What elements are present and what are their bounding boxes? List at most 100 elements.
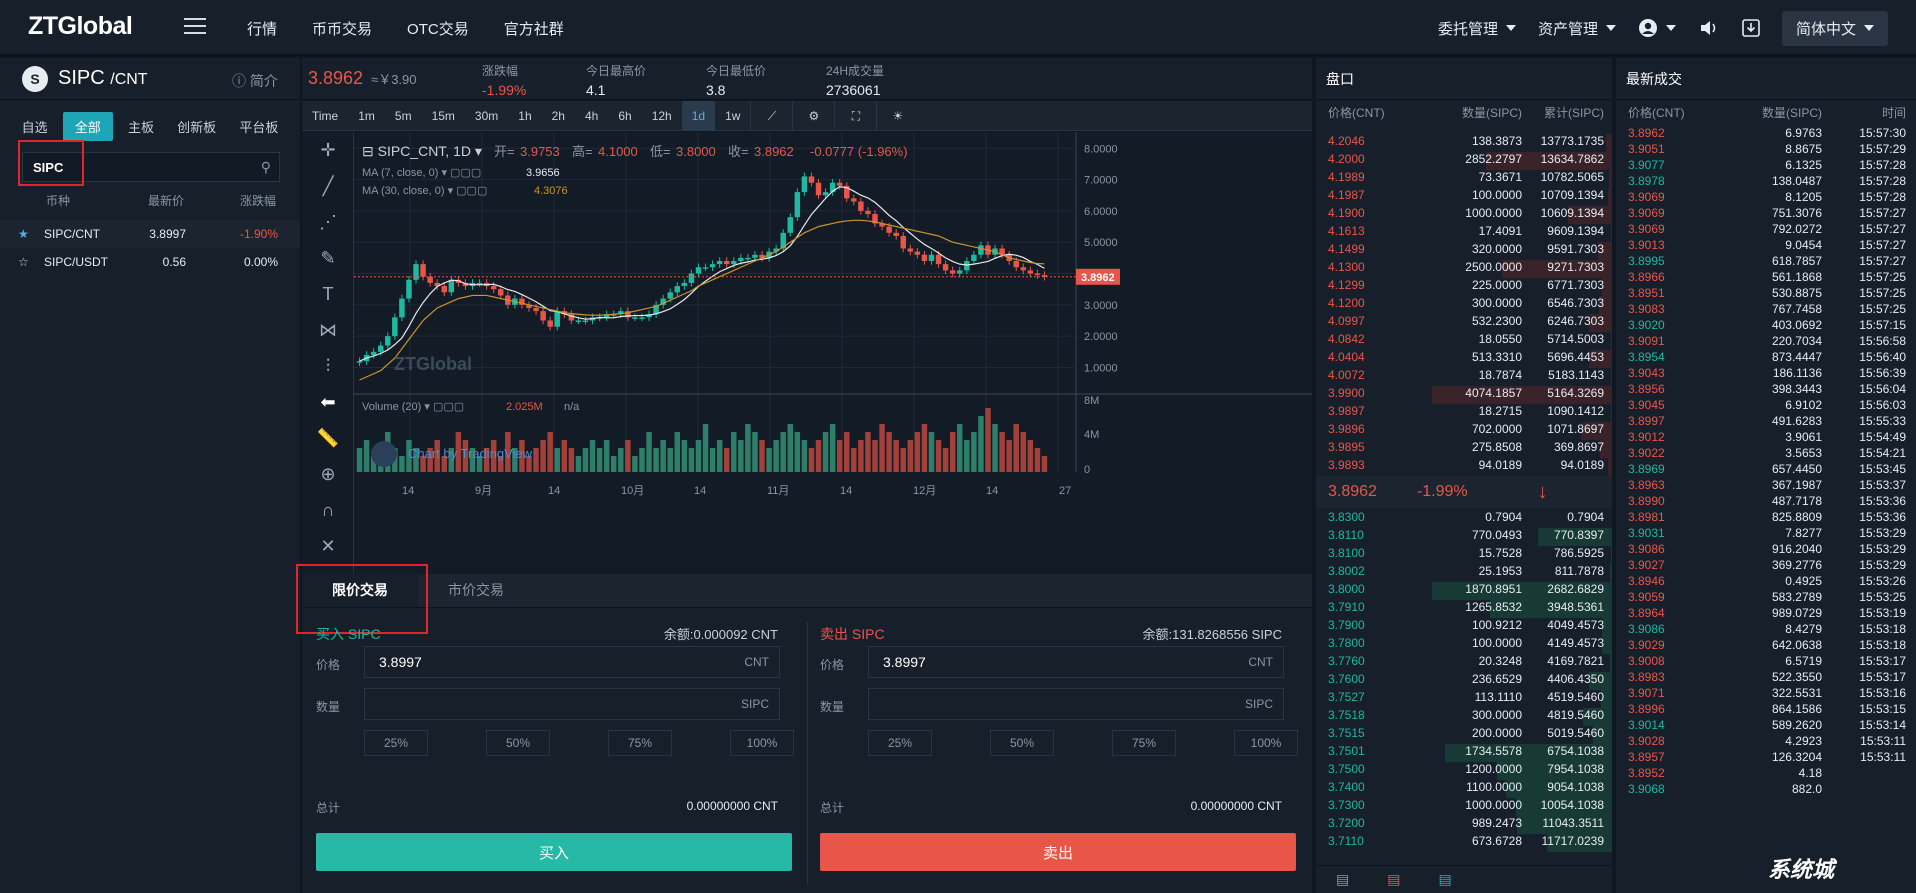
interval-1m[interactable]: 1m bbox=[348, 101, 385, 131]
settings-icon[interactable]: ⚙ bbox=[792, 100, 834, 131]
orderbook-row[interactable]: 3.9893 94.0189 94.0189 bbox=[1316, 458, 1612, 476]
sell-qty-input[interactable]: SIPC bbox=[868, 688, 1284, 720]
sell-pct-button[interactable]: 75% bbox=[1112, 730, 1176, 756]
orderbook-row[interactable]: 3.8000 1870.8951 2682.6829 bbox=[1316, 582, 1612, 600]
buy-price-input[interactable]: 3.8997 CNT bbox=[364, 646, 780, 678]
orderbook-row[interactable]: 4.1200 300.0000 6546.7303 bbox=[1316, 296, 1612, 314]
orderbook-row[interactable]: 3.7518 300.0000 4819.5460 bbox=[1316, 708, 1612, 726]
buy-pct-button[interactable]: 100% bbox=[730, 730, 794, 756]
sell-pct-button[interactable]: 50% bbox=[990, 730, 1054, 756]
search-icon[interactable]: ⚲ bbox=[261, 159, 271, 176]
tab-favorites[interactable]: 自选 bbox=[14, 112, 56, 141]
orderbook-row[interactable]: 3.7501 1734.5578 6754.1038 bbox=[1316, 744, 1612, 762]
language-selector[interactable]: 简体中文 bbox=[1781, 10, 1888, 46]
orderbook-row[interactable]: 4.0072 18.7874 5183.1143 bbox=[1316, 368, 1612, 386]
orderbook-row[interactable]: 3.7400 1100.0000 9054.1038 bbox=[1316, 780, 1612, 798]
orderbook-row[interactable]: 4.2046 138.3873 13773.1735 bbox=[1316, 134, 1612, 152]
user-dropdown[interactable] bbox=[1638, 18, 1676, 38]
orderbook-row[interactable]: 4.0404 513.3310 5696.4453 bbox=[1316, 350, 1612, 368]
nav-community[interactable]: 官方社群 bbox=[504, 18, 564, 39]
orderbook-row[interactable]: 4.1613 17.4091 9609.1394 bbox=[1316, 224, 1612, 242]
orderbook-row[interactable]: 4.1989 73.3671 10782.5065 bbox=[1316, 170, 1612, 188]
orderbook-row[interactable]: 3.8002 25.1953 811.7878 bbox=[1316, 564, 1612, 582]
buy-qty-input[interactable]: SIPC bbox=[364, 688, 780, 720]
assets-dropdown[interactable]: 资产管理 bbox=[1538, 18, 1616, 39]
orderbook-row[interactable]: 4.1499 320.0000 9591.7303 bbox=[1316, 242, 1612, 260]
sound-icon[interactable] bbox=[1698, 17, 1720, 39]
magnet-icon[interactable]: ∩ bbox=[302, 492, 354, 528]
orderbook-row[interactable]: 4.1300 2500.0000 9271.7303 bbox=[1316, 260, 1612, 278]
text-icon[interactable]: T bbox=[302, 276, 354, 312]
favorite-star-icon[interactable]: ☆ bbox=[18, 255, 29, 269]
orderbook-row[interactable]: 3.7300 1000.0000 10054.1038 bbox=[1316, 798, 1612, 816]
orderbook-row[interactable]: 3.7110 673.6728 11717.0239 bbox=[1316, 834, 1612, 852]
download-icon[interactable] bbox=[1740, 17, 1762, 39]
orderbook-row[interactable]: 4.1987 100.0000 10709.1394 bbox=[1316, 188, 1612, 206]
menu-icon[interactable] bbox=[184, 18, 206, 36]
back-arrow-icon[interactable]: ⬅ bbox=[302, 384, 354, 420]
orderbook-row[interactable]: 4.2000 2852.2797 13634.7862 bbox=[1316, 152, 1612, 170]
orderbook-row[interactable]: 4.0842 18.0550 5714.5003 bbox=[1316, 332, 1612, 350]
buy-pct-button[interactable]: 75% bbox=[608, 730, 672, 756]
orderbook-row[interactable]: 3.8100 15.7528 786.5925 bbox=[1316, 546, 1612, 564]
intro-link[interactable]: ⓘ 简介 bbox=[232, 71, 278, 91]
orderbook-row[interactable]: 3.8300 0.7904 0.7904 bbox=[1316, 510, 1612, 528]
buy-pct-button[interactable]: 25% bbox=[364, 730, 428, 756]
orderbook-row[interactable]: 3.8110 770.0493 770.8397 bbox=[1316, 528, 1612, 546]
book-both-icon[interactable]: ▤ bbox=[1336, 871, 1349, 888]
interval-1w[interactable]: 1w bbox=[715, 101, 750, 131]
interval-Time[interactable]: Time bbox=[302, 101, 348, 131]
sell-pct-button[interactable]: 25% bbox=[868, 730, 932, 756]
col-coin[interactable]: 币种 bbox=[46, 192, 70, 209]
zoom-in-icon[interactable]: ⊕ bbox=[302, 456, 354, 492]
buy-button[interactable]: 买入 bbox=[316, 833, 792, 871]
orderbook-row[interactable]: 3.7760 20.3248 4169.7821 bbox=[1316, 654, 1612, 672]
orderbook-row[interactable]: 3.7600 236.6529 4406.4350 bbox=[1316, 672, 1612, 690]
orderbook-row[interactable]: 4.1299 225.0000 6771.7303 bbox=[1316, 278, 1612, 296]
sell-pct-button[interactable]: 100% bbox=[1234, 730, 1298, 756]
interval-2h[interactable]: 2h bbox=[542, 101, 575, 131]
sell-price-input[interactable]: 3.8997 CNT bbox=[868, 646, 1284, 678]
interval-1h[interactable]: 1h bbox=[508, 101, 541, 131]
tab-market-order[interactable]: 市价交易 bbox=[418, 573, 534, 607]
ruler-icon[interactable]: 📏 bbox=[302, 420, 354, 456]
orderbook-row[interactable]: 3.7515 200.0000 5019.5460 bbox=[1316, 726, 1612, 744]
book-asks-icon[interactable]: ▤ bbox=[1387, 871, 1400, 888]
fullscreen-icon[interactable]: ⛶ bbox=[834, 100, 876, 131]
interval-30m[interactable]: 30m bbox=[465, 101, 508, 131]
market-row[interactable]: ★ SIPC/CNT 3.8997 -1.90% bbox=[0, 220, 300, 248]
orders-dropdown[interactable]: 委托管理 bbox=[1438, 18, 1516, 39]
orderbook-row[interactable]: 3.7800 100.0000 4149.4573 bbox=[1316, 636, 1612, 654]
orderbook-row[interactable]: 3.9896 702.0000 1071.8697 bbox=[1316, 422, 1612, 440]
interval-15m[interactable]: 15m bbox=[422, 101, 465, 131]
orderbook-row[interactable]: 3.7900 100.9212 4049.4573 bbox=[1316, 618, 1612, 636]
nav-spot-trading[interactable]: 币币交易 bbox=[312, 18, 372, 39]
crosshair-icon[interactable]: ✛ bbox=[302, 132, 354, 168]
col-last-price[interactable]: 最新价 bbox=[148, 192, 184, 209]
interval-6h[interactable]: 6h bbox=[608, 101, 641, 131]
trendline-icon[interactable]: ╱ bbox=[302, 168, 354, 204]
buy-pct-button[interactable]: 50% bbox=[486, 730, 550, 756]
col-change[interactable]: 涨跌幅 bbox=[240, 192, 276, 209]
close-icon[interactable]: ✕ bbox=[302, 528, 354, 564]
tradingview-chart[interactable]: ✛ ╱ ⋰ ✎ T ⋈ ⫶ ⬅ 📏 ⊕ ∩ ✕ 8.0000 7.0000 6.00… bbox=[302, 132, 1312, 580]
orderbook-row[interactable]: 3.7527 113.1110 4519.5460 bbox=[1316, 690, 1612, 708]
orderbook-row[interactable]: 3.7910 1265.8532 3948.5361 bbox=[1316, 600, 1612, 618]
line-type-icon[interactable]: ⟋ bbox=[750, 100, 792, 131]
tab-platform-board[interactable]: 平台板 bbox=[231, 112, 286, 141]
interval-1d[interactable]: 1d bbox=[681, 100, 716, 131]
orderbook-row[interactable]: 4.1900 1000.0000 10609.1394 bbox=[1316, 206, 1612, 224]
interval-12h[interactable]: 12h bbox=[642, 101, 682, 131]
pattern-icon[interactable]: ⋈ bbox=[302, 312, 354, 348]
nav-otc[interactable]: OTC交易 bbox=[407, 18, 469, 39]
tab-main-board[interactable]: 主板 bbox=[120, 112, 162, 141]
book-bids-icon[interactable]: ▤ bbox=[1438, 871, 1451, 888]
orderbook-row[interactable]: 3.9895 275.8508 369.8697 bbox=[1316, 440, 1612, 458]
measure-icon[interactable]: ⫶ bbox=[302, 348, 354, 384]
orderbook-row[interactable]: 4.0997 532.2300 6246.7303 bbox=[1316, 314, 1612, 332]
brush-icon[interactable]: ✎ bbox=[302, 240, 354, 276]
market-row[interactable]: ☆ SIPC/USDT 0.56 0.00% bbox=[0, 248, 300, 276]
interval-4h[interactable]: 4h bbox=[575, 101, 608, 131]
theme-icon[interactable]: ☀ bbox=[876, 100, 918, 131]
favorite-star-icon[interactable]: ★ bbox=[18, 227, 29, 241]
